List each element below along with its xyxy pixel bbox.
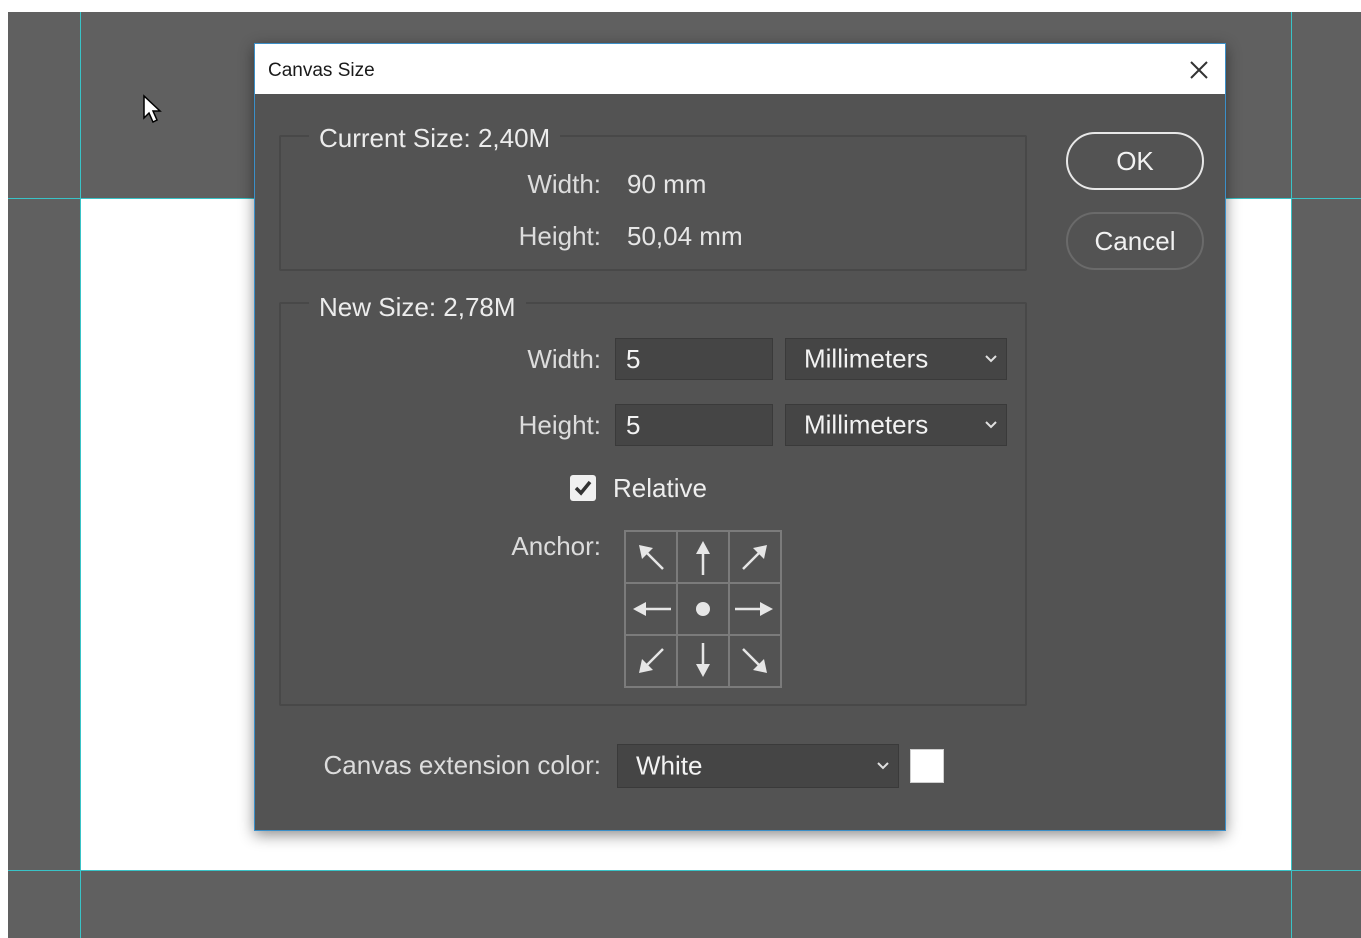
relative-label[interactable]: Relative <box>613 473 707 503</box>
anchor-left[interactable] <box>625 583 677 635</box>
anchor-bottom-left[interactable] <box>625 635 677 687</box>
guide-vertical-right <box>1291 12 1292 938</box>
guide-vertical-left <box>80 12 81 938</box>
arrow-up-icon <box>696 541 710 575</box>
anchor-top-right[interactable] <box>729 531 781 583</box>
canvas-size-dialog: Canvas Size Current Size: 2,40M Width: 9… <box>254 43 1226 831</box>
arrow-right-icon <box>735 602 773 616</box>
canvas-extension-color-label: Canvas extension color: <box>323 750 601 780</box>
arrow-down-left-icon <box>639 648 664 673</box>
current-height-label: Height: <box>518 221 601 251</box>
ok-button[interactable]: OK <box>1066 132 1204 190</box>
anchor-top[interactable] <box>677 531 729 583</box>
canvas-extension-color-value: White <box>636 750 703 781</box>
cursor-arrow-icon <box>143 94 162 124</box>
anchor-grid <box>624 530 782 688</box>
new-size-legend: New Size: 2,78M <box>309 292 526 322</box>
relative-checkbox[interactable] <box>570 475 596 501</box>
current-width-value: 90 mm <box>627 169 707 199</box>
arrow-up-left-icon <box>639 545 664 570</box>
anchor-top-left[interactable] <box>625 531 677 583</box>
width-input[interactable] <box>615 338 773 380</box>
current-width-label: Width: <box>527 169 601 199</box>
new-width-label: Width: <box>527 344 601 374</box>
width-unit-value: Millimeters <box>804 343 929 374</box>
chevron-down-icon <box>985 421 997 429</box>
dialog-titlebar[interactable]: Canvas Size <box>255 44 1225 94</box>
chevron-down-icon <box>985 355 997 363</box>
anchor-center[interactable] <box>677 583 729 635</box>
anchor-bottom-right[interactable] <box>729 635 781 687</box>
current-height-value: 50,04 mm <box>627 221 743 251</box>
anchor-bottom[interactable] <box>677 635 729 687</box>
width-unit-select[interactable]: Millimeters <box>785 338 1007 380</box>
dialog-title: Canvas Size <box>268 60 375 81</box>
chevron-down-icon <box>877 762 889 770</box>
arrow-up-right-icon <box>742 545 767 570</box>
checkmark-icon <box>574 480 592 496</box>
canvas-extension-color-select[interactable]: White <box>617 744 899 788</box>
close-icon[interactable] <box>1185 56 1213 84</box>
height-input[interactable] <box>615 404 773 446</box>
current-size-legend: Current Size: 2,40M <box>309 123 561 153</box>
canvas-extension-color-swatch[interactable] <box>910 749 944 783</box>
height-unit-select[interactable]: Millimeters <box>785 404 1007 446</box>
anchor-center-dot-icon <box>696 602 710 616</box>
arrow-down-right-icon <box>742 648 767 673</box>
anchor-right[interactable] <box>729 583 781 635</box>
new-height-label: Height: <box>518 410 601 440</box>
arrow-left-icon <box>633 602 671 616</box>
guide-horizontal-bottom <box>8 870 1361 871</box>
anchor-label: Anchor: <box>511 531 601 561</box>
arrow-down-icon <box>696 643 710 677</box>
height-unit-value: Millimeters <box>804 409 929 440</box>
cancel-button[interactable]: Cancel <box>1066 212 1204 270</box>
